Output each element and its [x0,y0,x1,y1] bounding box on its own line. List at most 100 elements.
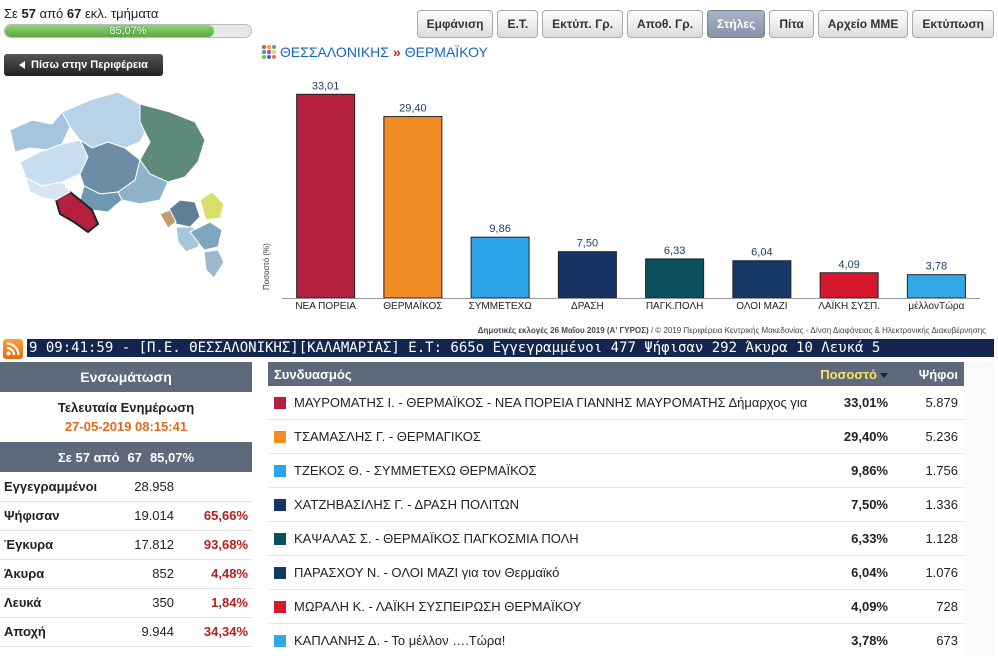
turnout-table: Εγγεγραμμένοι 28.958 Ψήφισαν 19.014 65,66% Έγ… [0,472,252,647]
party-name: ΜΩΡΑΛΗ Κ. - ΛΑΪΚΗ ΣΥΣΠΕΙΡΩΣΗ ΘΕΡΜΑΪΚΟΥ [294,599,582,614]
toolbar-button-1[interactable]: Ε.Τ. [497,10,539,38]
turnout-value: 350 [100,588,180,618]
back-label: Πίσω στην Περιφέρεια [31,59,148,71]
toolbar-button-6[interactable]: Αρχείο ΜΜΕ [817,10,909,38]
chart-category-label-7: μέλλονΤώρα [908,300,964,312]
chart-value-label-4: 6,33 [664,245,685,257]
party-votes: 5.236 [925,429,958,444]
turnout-row: Έγκυρα 17.812 93,68% [0,530,252,560]
toolbar-button-7[interactable]: Εκτύπωση [912,10,994,38]
turnout-label: Έγκυρα [0,530,100,560]
party-percent: 7,50% [851,497,888,512]
breadcrumb-region-link[interactable]: ΘΕΣΣΑΛΟΝΙΚΗΣ [280,44,389,60]
chart-value-label-0: 33,01 [312,80,340,92]
summary-progress: Σε 57 από 67 85,07% [0,442,252,472]
turnout-value: 17.812 [100,530,180,560]
map-region-east[interactable] [139,103,206,183]
turnout-percent: 65,66% [180,501,252,531]
chart-category-label-0: ΝΕΑ ΠΟΡΕΙΑ [295,301,356,312]
party-name: ΤΣΑΜΑΣΛΗΣ Γ. - ΘΕΡΜΑΓΙΚΟΣ [294,429,481,444]
chart-value-label-2: 9,86 [489,223,510,235]
chart-value-label-5: 6,04 [751,247,772,259]
chart-bar-5 [732,260,792,299]
party-name: ΚΑΠΛΑΝΗΣ Δ. - Το μέλλον ….Τώρα! [294,633,506,648]
results-scrollbar[interactable] [964,362,994,656]
chart-bar-6 [819,272,879,299]
turnout-row: Λευκά 350 1,84% [0,588,252,618]
sort-desc-icon [880,372,888,378]
table-row[interactable]: ΚΑΠΛΑΝΗΣ Δ. - Το μέλλον ….Τώρα! 3,78% 673 [268,624,964,656]
party-percent: 3,78% [851,633,888,648]
turnout-percent: 1,84% [180,588,252,618]
party-color-swatch [274,430,286,443]
toolbar: Εμφάνιση Ε.Τ. Εκτύπ. Γρ. Αποθ. Γρ. Στήλες Πίτ… [416,10,994,38]
progress-counted: 57 [21,6,36,21]
chart-footer: Δημοτικές εκλογές 26 Μαΐου 2019 (Α' ΓΥΡΟ… [478,326,986,335]
party-name: ΤΖΕΚΟΣ Θ. - ΣΥΜΜΕΤΕΧΩ ΘΕΡΜΑΪΚΟΣ [294,463,537,478]
turnout-label: Εγγεγραμμένοι [0,472,100,502]
toolbar-button-3[interactable]: Αποθ. Γρ. [627,10,704,38]
progress-percent: 85,07% [109,25,147,37]
toolbar-button-2[interactable]: Εκτύπ. Γρ. [542,10,624,38]
chart-category-label-2: ΣΥΜΜΕΤΕΧΩ [469,301,533,312]
party-name: ΚΑΨΑΛΑΣ Σ. - ΘΕΡΜΑΪΚΟΣ ΠΑΓΚΟΣΜΙΑ ΠΟΛΗ [294,531,579,546]
progress-suffix: εκλ. τμήματα [85,6,159,21]
party-name: ΧΑΤΖΗΒΑΣΙΛΗΣ Γ. - ΔΡΑΣΗ ΠΟΛΙΤΩΝ [294,497,520,512]
chart-category-label-5: ΟΛΟΙ ΜΑΖΙ [736,301,787,312]
back-to-region-button[interactable]: Πίσω στην Περιφέρεια [4,54,163,76]
party-color-swatch [274,396,286,409]
party-votes: 673 [936,633,958,648]
map-region-peninsula-5[interactable] [203,249,225,279]
chart-category-label-6: ΛΑΪΚΗ ΣΥΣΠ. [818,300,880,312]
party-name: ΜΑΥΡΟΜΑΤΗΣ Ι. - ΘΕΡΜΑΪΚΟΣ - ΝΕΑ ΠΟΡΕΙΑ Γ… [294,395,808,410]
toolbar-button-0[interactable]: Εμφάνιση [416,10,494,38]
table-row[interactable]: ΤΣΑΜΑΣΛΗΣ Γ. - ΘΕΡΜΑΓΙΚΟΣ 29,40% 5.236 [268,420,964,454]
toolbar-button-4[interactable]: Στήλες [707,10,766,38]
party-color-swatch [274,464,286,477]
chart-value-label-7: 3,78 [926,261,947,273]
column-header-combination[interactable]: Συνδυασμός [268,367,810,382]
party-color-swatch [274,498,286,511]
map-region-peninsula-2[interactable] [199,191,225,221]
party-percent: 33,01% [843,395,888,410]
progress-bar: 85,07% [4,24,252,38]
party-votes: 1.128 [925,531,958,546]
breadcrumb: ΘΕΣΣΑΛΟΝΙΚΗΣ » ΘΕΡΜΑΪΚΟΥ [262,44,488,60]
table-row[interactable]: ΤΖΕΚΟΣ Θ. - ΣΥΜΜΕΤΕΧΩ ΘΕΡΜΑΪΚΟΣ 9,86% 1.75… [268,454,964,488]
chart-footer-credit: / © 2019 Περιφέρεια Κεντρικής Μακεδονίας… [648,326,986,335]
turnout-label: Λευκά [0,588,100,618]
table-row[interactable]: ΠΑΡΑΣΧΟΥ Ν. - ΟΛΟΙ ΜΑΖΙ για τον Θερμαϊκό… [268,556,964,590]
table-row[interactable]: ΧΑΤΖΗΒΑΣΙΛΗΣ Γ. - ΔΡΑΣΗ ΠΟΛΙΤΩΝ 7,50% 1.33… [268,488,964,522]
chart-footer-title: Δημοτικές εκλογές 26 Μαΐου 2019 (Α' ΓΥΡΟ… [477,326,649,335]
turnout-value: 9.944 [100,617,180,647]
turnout-label: Ψήφισαν [0,501,100,531]
map-region-north[interactable] [61,91,151,149]
column-header-percent-label: Ποσοστό [820,366,877,382]
party-color-swatch [274,532,286,545]
back-arrow-icon [19,61,26,69]
breadcrumb-municipality: ΘΕΡΜΑΪΚΟΥ [404,44,488,60]
rss-icon[interactable] [3,339,23,359]
table-row[interactable]: ΜΩΡΑΛΗ Κ. - ΛΑΪΚΗ ΣΥΣΠΕΙΡΩΣΗ ΘΕΡΜΑΪΚΟΥ 4,… [268,590,964,624]
progress-total: 67 [66,6,82,21]
chart-bar-3 [557,251,617,299]
chart-value-label-6: 4,09 [838,259,859,271]
region-map[interactable] [0,82,240,292]
turnout-row: Ψήφισαν 19.014 65,66% [0,501,252,531]
chart-category-label-3: ΔΡΑΣΗ [571,301,604,312]
chart-bar-0 [296,93,356,299]
chart-value-label-3: 7,50 [577,238,598,250]
last-update-label: Τελευταία Ενημέρωση [57,400,195,415]
turnout-value: 28.958 [100,472,180,502]
chart-category-label-4: ΠΑΓΚ.ΠΟΛΗ [646,301,704,312]
party-percent: 4,09% [851,599,888,614]
toolbar-button-5[interactable]: Πίτα [769,10,814,38]
column-header-percent[interactable]: Ποσοστό [810,367,892,382]
column-header-votes[interactable]: Ψήφοι [892,367,964,382]
chart-ylabel: Ποσοστό (%) [262,243,271,290]
table-row[interactable]: ΜΑΥΡΟΜΑΤΗΣ Ι. - ΘΕΡΜΑΪΚΟΣ - ΝΕΑ ΠΟΡΕΙΑ Γ… [268,386,964,420]
results-bar-chart: Ποσοστό (%) 33,01 ΝΕΑ ΠΟΡΕΙΑ 29,40 ΘΕΡΜΑΪΚΟΣ… [262,80,980,312]
chart-bar-4 [645,258,705,299]
progress-prefix: Σε [4,6,18,21]
table-row[interactable]: ΚΑΨΑΛΑΣ Σ. - ΘΕΡΜΑΪΚΟΣ ΠΑΓΚΟΣΜΙΑ ΠΟΛΗ 6,3… [268,522,964,556]
